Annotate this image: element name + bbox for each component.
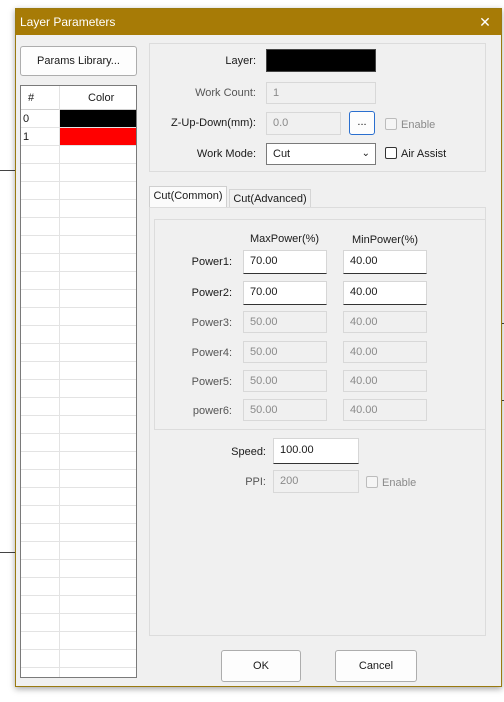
ppi-field[interactable]: 200 [273,470,359,493]
list-row-line [21,649,136,650]
work-count-label: Work Count: [195,87,256,99]
chevron-down-icon: ⌄ [361,148,370,159]
list-row-line [21,415,136,416]
min-power-field[interactable]: 40.00 [343,311,427,333]
background-line-left-2 [0,552,16,553]
layer-color-swatch[interactable] [266,49,376,72]
max-power-field[interactable]: 50.00 [243,311,327,333]
list-row-line [21,217,136,218]
layer-color-cell [60,128,136,145]
work-mode-value: Cut [273,148,291,160]
work-count-field[interactable]: 1 [266,82,376,104]
z-enable-label: Enable [401,119,436,131]
work-mode-select[interactable]: Cut ⌄ [266,143,376,165]
list-row-line [21,505,136,506]
max-power-field[interactable]: 50.00 [243,370,327,392]
layer-parameters-dialog: Layer Parameters ✕ Params Library... # C… [15,8,502,687]
min-power-header: MinPower(%) [352,234,419,246]
list-row-line [21,271,136,272]
min-power-field[interactable]: 40.00 [343,281,427,305]
max-power-field[interactable]: 50.00 [243,399,327,421]
air-assist-label: Air Assist [401,148,447,160]
ok-button[interactable]: OK [221,650,301,682]
power-row-label: Power4: [191,347,232,359]
list-row-line [21,487,136,488]
air-assist-checkbox[interactable] [385,147,397,159]
ppi-enable-checkbox[interactable] [366,476,378,488]
background-line-left-1 [0,170,16,171]
list-header-index: # [28,92,35,104]
power-row-label: Power2: [191,287,232,299]
work-mode-label: Work Mode: [196,148,256,160]
list-row-line [21,361,136,362]
list-row-line [21,577,136,578]
z-up-down-field[interactable]: 0.0 [266,112,341,135]
table-row[interactable]: 1 [21,128,136,146]
list-row-line [21,199,136,200]
speed-field[interactable]: 100.00 [273,438,359,464]
min-power-field[interactable]: 40.00 [343,250,427,274]
list-row-line [21,253,136,254]
list-row-line [21,613,136,614]
params-library-button[interactable]: Params Library... [20,46,137,76]
list-row-line [21,469,136,470]
max-power-field[interactable]: 70.00 [243,281,327,305]
z-up-down-label: Z-Up-Down(mm): [171,117,256,129]
list-row-line [21,343,136,344]
list-row-line [21,667,136,668]
list-row-line [21,307,136,308]
max-power-header: MaxPower(%) [250,233,320,245]
ppi-label: PPI: [245,476,266,488]
list-row-line [21,163,136,164]
list-row-line [21,451,136,452]
ppi-enable-label: Enable [382,477,417,489]
tab-cut-common[interactable]: Cut(Common) [149,186,227,207]
min-power-field[interactable]: 40.00 [343,370,427,392]
max-power-field[interactable]: 50.00 [243,341,327,363]
title-bar[interactable]: Layer Parameters ✕ [16,9,501,35]
z-up-down-options-button[interactable]: ... [349,111,375,135]
layer-index: 0 [23,113,30,125]
power-row-label: power6: [192,405,232,417]
z-enable-checkbox[interactable] [385,118,397,130]
list-row-line [21,595,136,596]
list-row-line [21,325,136,326]
power-row-label: Power3: [191,317,232,329]
layer-label: Layer: [225,55,256,67]
list-row-line [21,631,136,632]
list-row-line [21,397,136,398]
close-icon[interactable]: ✕ [475,12,495,32]
layer-list[interactable]: # Color 0 1 [20,85,137,678]
cancel-button[interactable]: Cancel [335,650,417,682]
tab-cut-advanced[interactable]: Cut(Advanced) [229,189,311,207]
list-row-line [21,235,136,236]
min-power-field[interactable]: 40.00 [343,341,427,363]
table-row[interactable]: 0 [21,110,136,128]
dialog-title: Layer Parameters [20,15,116,29]
list-column-divider [59,86,60,677]
power-row-label: Power5: [191,376,232,388]
min-power-field[interactable]: 40.00 [343,399,427,421]
list-row-line [21,523,136,524]
list-row-line [21,559,136,560]
max-power-field[interactable]: 70.00 [243,250,327,274]
list-row-line [21,379,136,380]
layer-index: 1 [23,131,30,143]
list-row-line [21,181,136,182]
list-row-line [21,433,136,434]
layer-color-cell [60,110,136,127]
list-row-line [21,289,136,290]
power-row-label: Power1: [191,256,232,268]
list-row-line [21,541,136,542]
list-header-color: Color [88,92,115,104]
speed-label: Speed: [231,446,266,458]
